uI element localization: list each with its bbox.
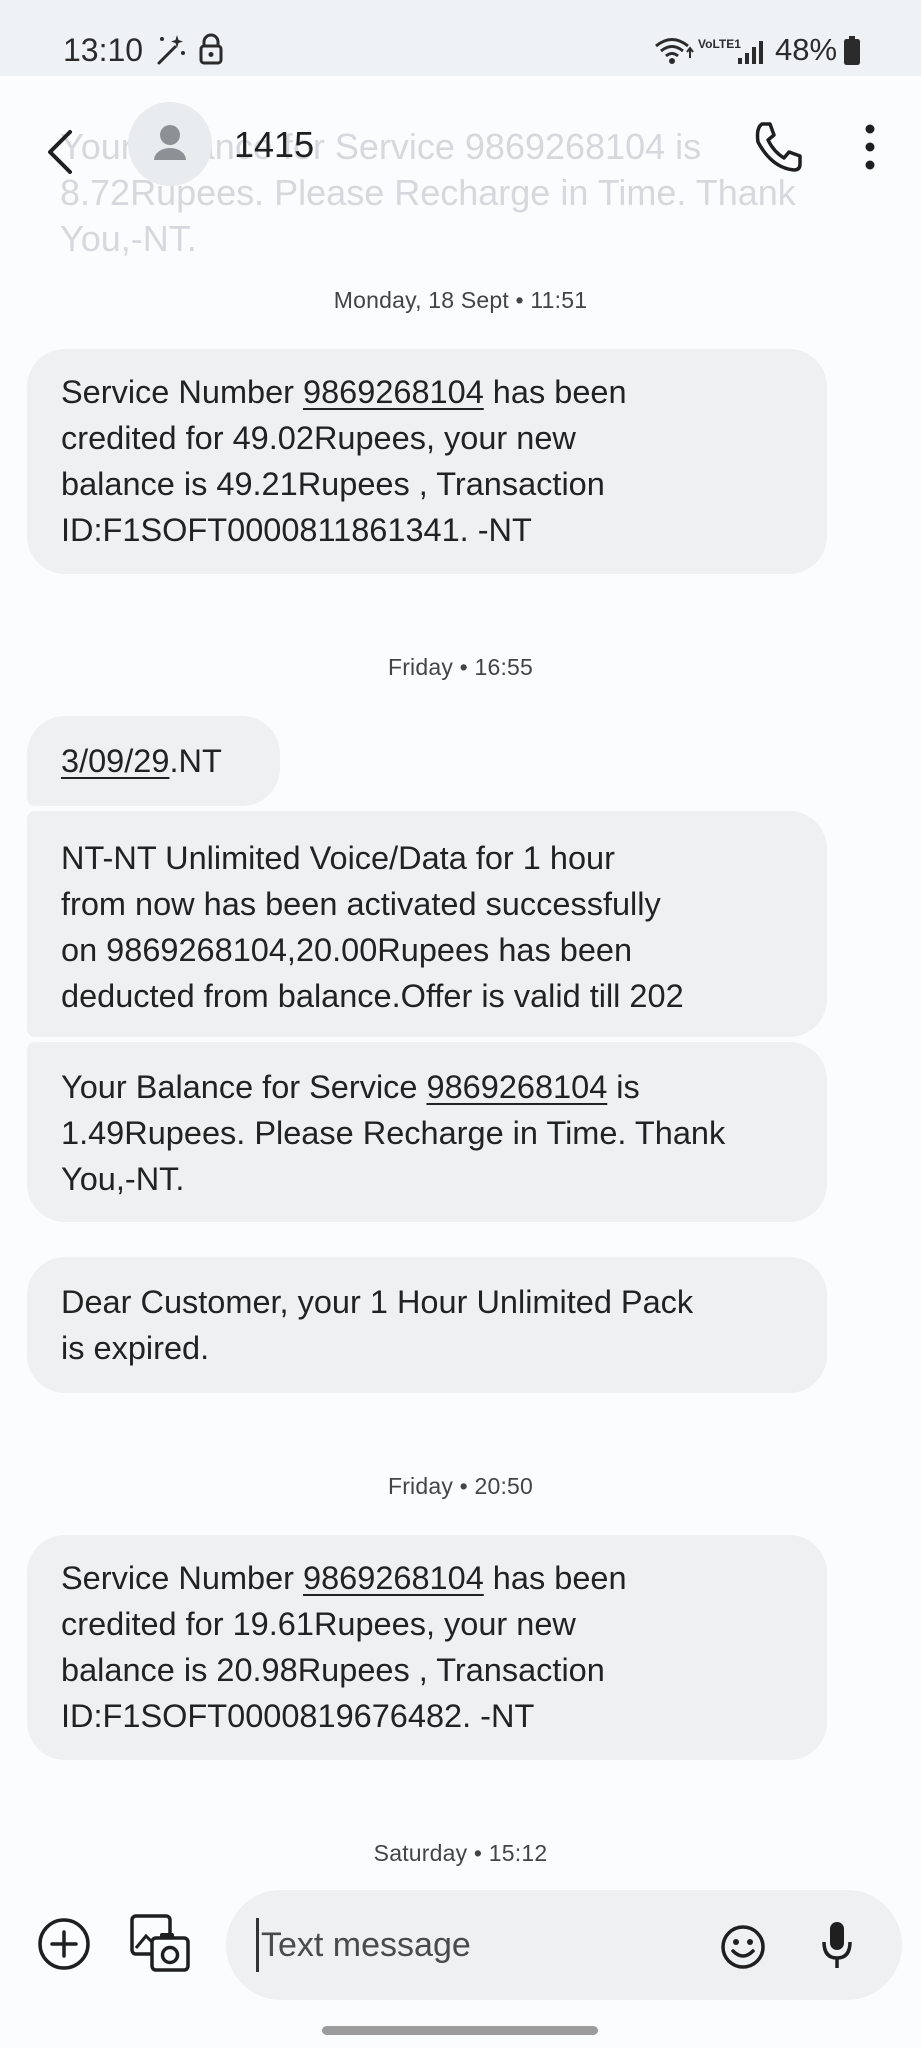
compose-bar <box>0 1880 921 2000</box>
phone-number-link[interactable]: 9869268104 <box>303 1560 484 1596</box>
battery-percent: 48% <box>775 32 838 67</box>
message-bubble[interactable]: Dear Customer, your 1 Hour Unlimited Pac… <box>27 1257 827 1393</box>
person-icon <box>154 125 186 160</box>
phone-icon[interactable] <box>752 120 802 174</box>
magic-wand-icon <box>157 35 185 65</box>
timestamp-divider: Saturday • 15:12 <box>373 1840 548 1866</box>
message-bubble[interactable]: 3/09/29.NT <box>27 716 280 806</box>
message-bubble[interactable]: Service Number 9869268104 has been credi… <box>27 349 827 574</box>
date-link[interactable]: 3/09/29 <box>61 743 169 779</box>
gallery-icon[interactable] <box>128 1912 192 1976</box>
messages-screen: 13:10 VoLTE1 48% Your Balance for Servic… <box>0 0 921 2048</box>
battery-icon <box>844 36 860 65</box>
status-bar: 13:10 VoLTE1 48% <box>0 0 921 76</box>
conversation-header: Your Balance for Service 9869268104 is 8… <box>0 76 921 259</box>
message-input[interactable] <box>256 1918 686 1972</box>
mic-icon[interactable] <box>820 1920 854 1972</box>
gesture-navigation-bar[interactable] <box>322 2026 598 2035</box>
signal-icon <box>738 41 763 64</box>
add-circle-icon[interactable] <box>36 1916 92 1972</box>
message-bubble[interactable]: Your Balance for Service 9869268104 is 1… <box>27 1042 827 1222</box>
timestamp-divider: Friday • 16:55 <box>387 654 534 680</box>
phone-number-link[interactable]: 9869268104 <box>303 374 484 410</box>
contact-name[interactable]: 1415 <box>234 124 314 166</box>
lock-icon <box>199 33 223 65</box>
message-bubble[interactable]: NT-NT Unlimited Voice/Data for 1 hour fr… <box>27 811 827 1037</box>
emoji-icon[interactable] <box>720 1924 766 1970</box>
message-input-container[interactable] <box>226 1890 902 2000</box>
wifi-icon <box>655 38 694 64</box>
back-arrow-icon[interactable] <box>40 124 80 180</box>
volte-badge: VoLTE1 <box>698 37 741 51</box>
status-time: 13:10 <box>63 32 144 68</box>
contact-avatar[interactable] <box>128 102 212 186</box>
phone-number-link[interactable]: 9869268104 <box>427 1069 608 1105</box>
timestamp-divider: Monday, 18 Sept • 11:51 <box>333 287 588 313</box>
timestamp-divider: Friday • 20:50 <box>387 1473 534 1499</box>
more-vert-icon[interactable] <box>860 122 880 172</box>
message-bubble[interactable]: Service Number 9869268104 has been credi… <box>27 1535 827 1760</box>
